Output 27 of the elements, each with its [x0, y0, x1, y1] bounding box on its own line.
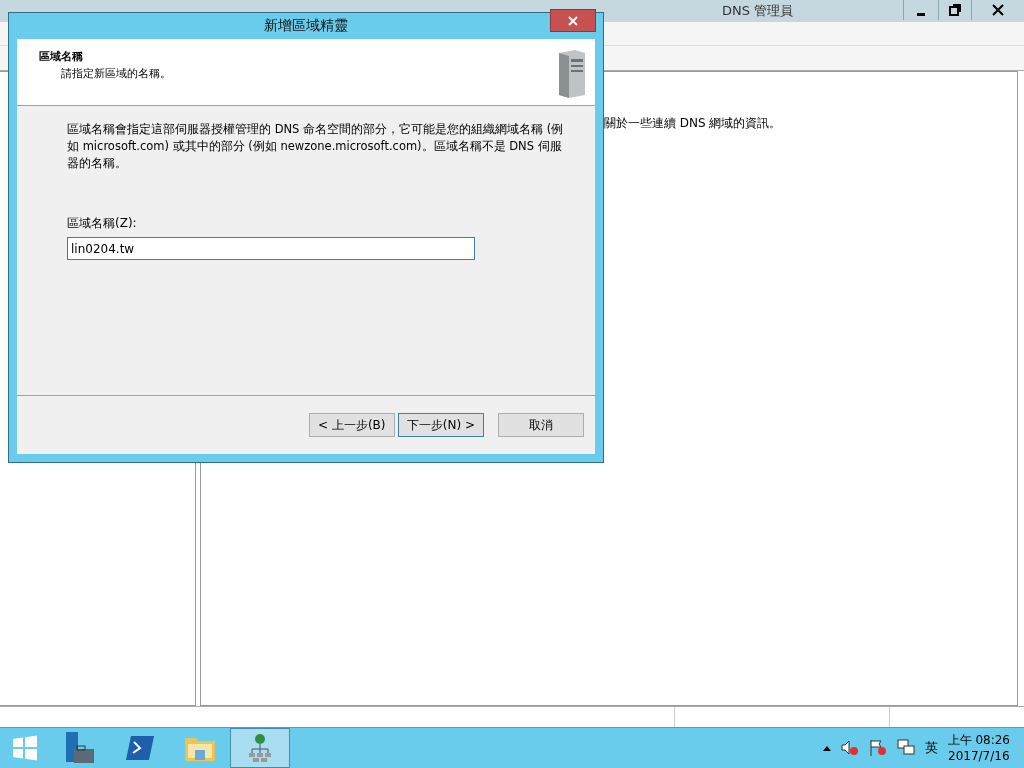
windows-logo-icon: [12, 735, 38, 761]
page-subtitle: 請指定新區域的名稱。: [60, 66, 171, 81]
muted-speaker-icon[interactable]: [840, 739, 859, 757]
description-text: 區域名稱會指定這部伺服器授權管理的 DNS 命名空間的部分，它可能是您的組織網域名稱 (例如 microsoft.com) 或其中的部分 (例如 newzone.microsoft.com)。區域名稱不是 DNS 伺服器的名稱。: [67, 121, 565, 172]
wizard-button[interactable]: 取消: [498, 413, 584, 437]
server-toolbox-icon: [64, 731, 96, 765]
dns-network-icon: [247, 733, 273, 763]
close-icon: [992, 4, 1004, 16]
dialog-title: 新增區域精靈: [264, 17, 348, 35]
close-button[interactable]: [550, 9, 596, 32]
network-icon[interactable]: [896, 739, 915, 757]
wizard-button[interactable]: < 上一步(B): [308, 413, 395, 437]
powershell-icon: [125, 735, 155, 761]
field-label: 區域名稱(Z):: [67, 215, 138, 232]
restore-icon: [949, 4, 961, 16]
input-language-indicator[interactable]: 英: [924, 739, 938, 757]
info-text: 關於一些連續 DNS 網域的資訊。: [604, 116, 782, 130]
close-icon: [568, 15, 578, 26]
flag-alert-icon[interactable]: [868, 739, 887, 757]
zone-name-field[interactable]: lin0204.tw: [67, 237, 475, 260]
minimize-icon: [917, 12, 925, 16]
taskbar-app-button[interactable]: [230, 728, 290, 768]
page-title: 區域名稱: [39, 49, 84, 64]
window-title: DNS 管理員: [722, 2, 794, 20]
clock[interactable]: 上午 08:26 2017/7/16: [947, 732, 1010, 764]
caret-up-icon[interactable]: [822, 745, 831, 751]
wizard-button[interactable]: 下一步(N) >: [397, 413, 484, 437]
